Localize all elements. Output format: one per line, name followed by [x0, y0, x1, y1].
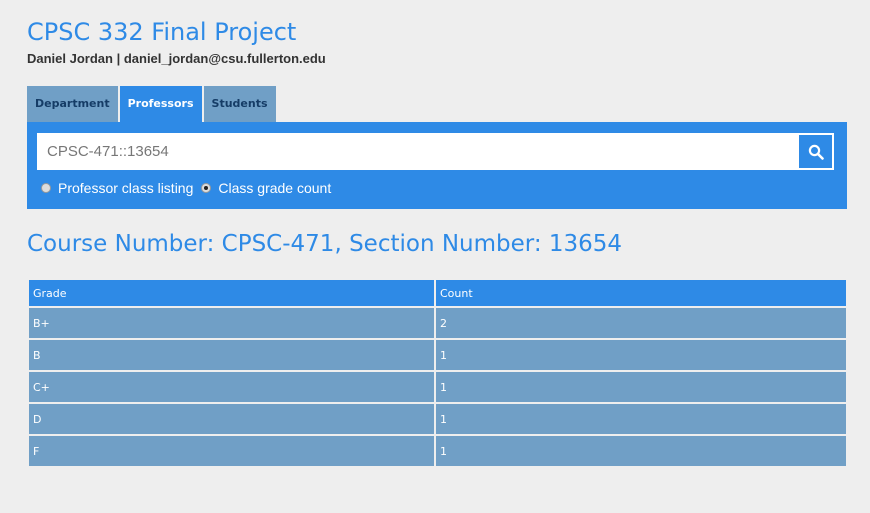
grade-cell: F: [29, 436, 434, 466]
option-professor-class-listing[interactable]: Professor class listing: [41, 180, 193, 196]
table-row: B+ 2: [29, 308, 846, 338]
count-cell: 1: [436, 436, 846, 466]
query-type-options: Professor class listing Class grade coun…: [41, 180, 339, 196]
option-class-grade-count[interactable]: Class grade count: [201, 180, 331, 196]
table-row: F 1: [29, 436, 846, 466]
author-info: Daniel Jordan | daniel_jordan@csu.fuller…: [27, 51, 326, 66]
option-label: Professor class listing: [58, 180, 194, 196]
tab-professors[interactable]: Professors: [119, 86, 202, 122]
grade-cell: B: [29, 340, 434, 370]
grade-cell: B+: [29, 308, 434, 338]
search-panel: Professor class listing Class grade coun…: [27, 122, 847, 209]
table-row: B 1: [29, 340, 846, 370]
count-cell: 1: [436, 340, 846, 370]
table-row: C+ 1: [29, 372, 846, 402]
radio-class-grade-count[interactable]: [201, 183, 212, 193]
result-heading: Course Number: CPSC-471, Section Number:…: [27, 231, 623, 257]
search-icon: [808, 144, 824, 160]
grade-cell: C+: [29, 372, 434, 402]
column-header-count: Count: [436, 280, 846, 306]
tab-bar: Department Professors Students: [27, 86, 278, 122]
table-header-row: Grade Count: [29, 280, 846, 306]
search-button[interactable]: [797, 133, 834, 170]
search-input[interactable]: [37, 133, 797, 170]
option-label: Class grade count: [218, 180, 332, 196]
tab-students[interactable]: Students: [203, 86, 276, 122]
grade-count-table: Grade Count B+ 2 B 1 C+ 1 D 1 F 1: [27, 278, 848, 468]
tab-department[interactable]: Department: [27, 86, 118, 122]
table-row: D 1: [29, 404, 846, 434]
count-cell: 1: [436, 372, 846, 402]
column-header-grade: Grade: [29, 280, 434, 306]
count-cell: 2: [436, 308, 846, 338]
radio-professor-class-listing[interactable]: [41, 183, 51, 193]
count-cell: 1: [436, 404, 846, 434]
grade-cell: D: [29, 404, 434, 434]
page-title: CPSC 332 Final Project: [27, 18, 297, 46]
